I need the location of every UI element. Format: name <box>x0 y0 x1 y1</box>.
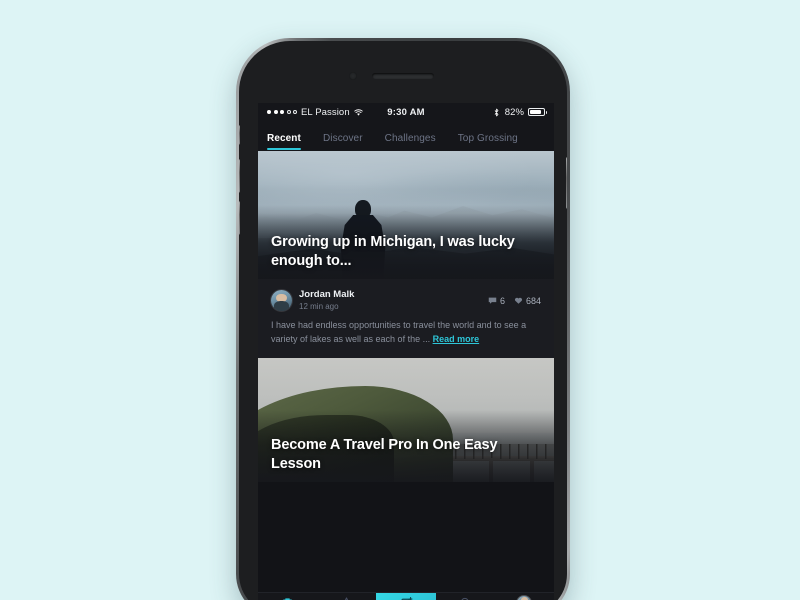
article-feed[interactable]: Growing up in Michigan, I was lucky enou… <box>258 151 554 592</box>
phone-device: EL Passion 9:30 AM 82% Recent Discover C… <box>236 38 570 600</box>
like-count[interactable]: 684 <box>514 296 541 306</box>
front-camera-icon <box>349 72 357 80</box>
carrier-name: EL Passion <box>301 106 350 118</box>
volume-down-button[interactable] <box>239 201 240 235</box>
article-meta: Jordan Malk 12 min ago 6 684 <box>258 279 554 312</box>
speaker-grille-icon <box>372 73 434 79</box>
tab-challenges[interactable]: Challenges <box>385 133 436 151</box>
avatar[interactable] <box>271 290 292 312</box>
top-tab-bar: Recent Discover Challenges Top Grossing <box>258 121 554 151</box>
power-button[interactable] <box>566 157 567 209</box>
comment-count[interactable]: 6 <box>488 296 505 306</box>
battery-icon <box>528 108 548 116</box>
excerpt-text: I have had endless opportunities to trav… <box>271 320 527 345</box>
bottom-navigation-bar: Wall Popular Upload <box>258 592 554 600</box>
heart-icon <box>514 298 522 305</box>
timestamp: 12 min ago <box>299 301 339 311</box>
like-count-value: 684 <box>525 295 541 306</box>
star-icon <box>345 597 349 600</box>
signal-strength-icon <box>267 110 297 114</box>
volume-up-button[interactable] <box>239 159 240 193</box>
tab-discover[interactable]: Discover <box>323 133 363 151</box>
article-card[interactable]: Growing up in Michigan, I was lucky enou… <box>258 151 554 359</box>
article-excerpt: I have had endless opportunities to trav… <box>258 312 554 358</box>
nav-item-popular[interactable]: Popular <box>317 593 376 600</box>
read-more-link[interactable]: Read more <box>433 334 480 344</box>
wifi-icon <box>354 108 363 116</box>
clock: 9:30 AM <box>387 106 425 118</box>
phone-screen: EL Passion 9:30 AM 82% Recent Discover C… <box>258 103 554 600</box>
article-hero-image[interactable]: Growing up in Michigan, I was lucky enou… <box>258 151 554 279</box>
status-bar: EL Passion 9:30 AM 82% <box>258 103 554 121</box>
comment-count-value: 6 <box>499 295 505 306</box>
author-name[interactable]: Jordan Malk <box>299 289 488 301</box>
nav-item-search[interactable]: Search <box>436 593 495 600</box>
upload-icon <box>400 597 413 600</box>
battery-percent: 82% <box>504 106 525 118</box>
article-card[interactable]: Become A Travel Pro In One Easy Lesson <box>258 358 554 483</box>
tab-recent[interactable]: Recent <box>267 133 301 151</box>
article-title: Growing up in Michigan, I was lucky enou… <box>271 233 515 269</box>
bluetooth-icon <box>494 108 499 116</box>
nav-item-upload[interactable]: Upload <box>376 593 436 600</box>
avatar-icon <box>517 595 532 600</box>
wall-icon <box>283 598 293 600</box>
silent-switch[interactable] <box>239 125 240 145</box>
nav-item-wall[interactable]: Wall <box>258 593 317 600</box>
article-hero-image[interactable]: Become A Travel Pro In One Easy Lesson <box>258 358 554 483</box>
article-title: Become A Travel Pro In One Easy Lesson <box>271 437 498 473</box>
search-icon <box>461 597 469 600</box>
tab-top-grossing[interactable]: Top Grossing <box>458 133 518 151</box>
phone-body: EL Passion 9:30 AM 82% Recent Discover C… <box>239 41 567 600</box>
nav-item-profile[interactable]: Profile <box>495 593 554 600</box>
comment-icon <box>488 297 497 304</box>
